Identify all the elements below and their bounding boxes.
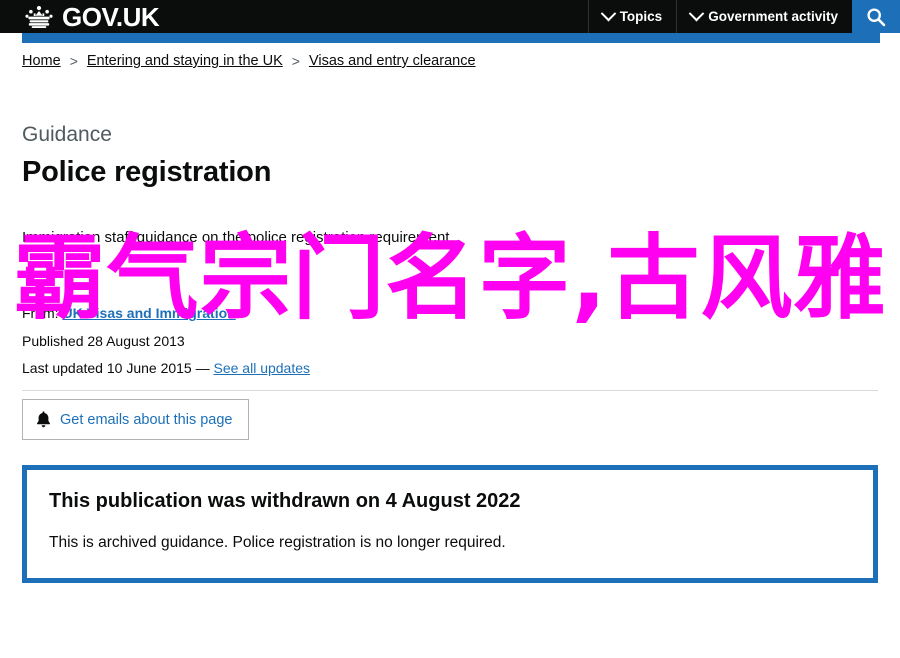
page-content: Home > Entering and staying in the UK > … — [0, 53, 900, 583]
get-emails-button-label: Get emails about this page — [60, 411, 233, 428]
search-button[interactable] — [852, 0, 900, 33]
metadata-updated-label: Last updated — [22, 359, 103, 376]
metadata-published-row: Published 28 August 2013 — [22, 328, 878, 355]
metadata-updated-date: 10 June 2015 — [106, 359, 192, 376]
nav-item-topics[interactable]: Topics — [587, 0, 677, 33]
search-icon — [867, 7, 886, 26]
crown-icon — [25, 5, 53, 28]
metadata-published-label: Published — [22, 332, 84, 349]
breadcrumb-separator: > — [69, 53, 78, 69]
metadata-published-date: 28 August 2013 — [87, 332, 185, 349]
see-all-updates-link[interactable]: See all updates — [214, 360, 311, 376]
metadata-block: From: UK Visas and Immigration Published… — [22, 300, 878, 382]
breadcrumb-item-visas-and-entry-clearance[interactable]: Visas and entry clearance — [309, 53, 476, 69]
bell-icon — [37, 411, 50, 428]
metadata-updated-row: Last updated 10 June 2015 — See all upda… — [22, 355, 878, 382]
breadcrumb-item-home[interactable]: Home — [22, 53, 61, 69]
header-logo[interactable]: GOV.UK — [0, 0, 160, 33]
breadcrumb-separator: > — [291, 53, 300, 69]
nav-item-government-activity-label: Government activity — [708, 9, 838, 24]
metadata-from-row: From: UK Visas and Immigration — [22, 300, 878, 327]
chevron-down-icon — [600, 5, 616, 22]
metadata-dash: — — [195, 359, 210, 376]
metadata-from-link[interactable]: UK Visas and Immigration — [62, 305, 235, 321]
nav-item-topics-label: Topics — [619, 9, 663, 24]
metadata-from-label: From: — [22, 305, 59, 322]
header-blue-bar — [22, 33, 880, 43]
withdrawal-notice-title: This publication was withdrawn on 4 Augu… — [49, 490, 521, 513]
page-description: Immigration staff guidance on the police… — [22, 228, 454, 246]
page-title: Police registration — [22, 156, 272, 189]
govuk-header: GOV.UK Topics Government activity — [0, 0, 900, 33]
chevron-down-icon — [688, 5, 705, 22]
nav-item-government-activity[interactable]: Government activity — [676, 0, 852, 33]
horizontal-rule — [22, 390, 878, 391]
breadcrumb: Home > Entering and staying in the UK > … — [22, 53, 878, 69]
get-emails-button[interactable]: Get emails about this page — [22, 399, 249, 441]
logo-text: GOV.UK — [62, 1, 160, 32]
breadcrumb-item-entering-and-staying[interactable]: Entering and staying in the UK — [87, 53, 283, 69]
withdrawal-notice: This publication was withdrawn on 4 Augu… — [22, 465, 878, 583]
context-label: Guidance — [22, 123, 112, 146]
withdrawal-notice-text: This is archived guidance. Police regist… — [49, 534, 506, 552]
header-nav: Topics Government activity — [587, 0, 900, 33]
